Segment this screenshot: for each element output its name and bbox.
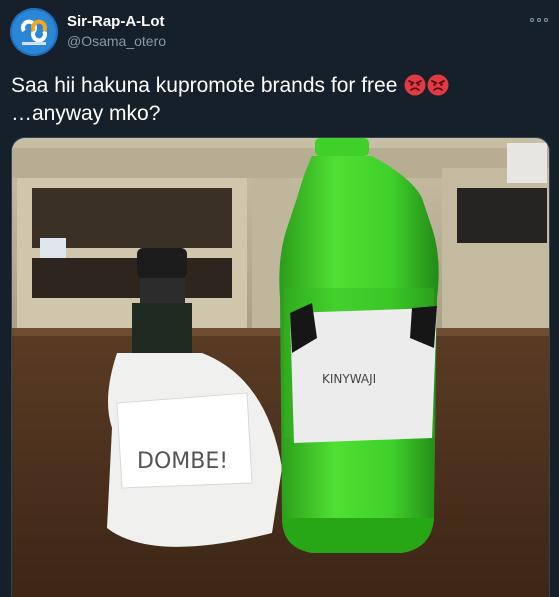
username-handle[interactable]: @Osama_otero xyxy=(67,33,166,49)
tweet-text-line2: …anyway mko? xyxy=(11,102,161,125)
tweet-card: Sir-Rap-A-Lot @Osama_otero Saa hii hakun… xyxy=(0,0,559,597)
left-bottle-label: DOMBE! xyxy=(137,449,228,474)
angry-face-icon xyxy=(404,74,426,96)
tweet-photo[interactable]: DOMBE! KINYWAJI xyxy=(11,137,550,597)
right-bottle-label: KINYWAJI xyxy=(322,372,376,386)
bottles-photo-image: DOMBE! KINYWAJI xyxy=(12,138,549,597)
tweet-text-line1: Saa hii hakuna kupromote brands for free xyxy=(11,74,398,97)
display-name[interactable]: Sir-Rap-A-Lot xyxy=(67,13,165,30)
more-options-icon[interactable] xyxy=(530,14,552,26)
angry-face-icon xyxy=(427,74,449,96)
tweet-text: Saa hii hakuna kupromote brands for free… xyxy=(11,72,551,128)
avatar[interactable] xyxy=(10,8,58,56)
infinity-logo-icon xyxy=(10,8,58,56)
